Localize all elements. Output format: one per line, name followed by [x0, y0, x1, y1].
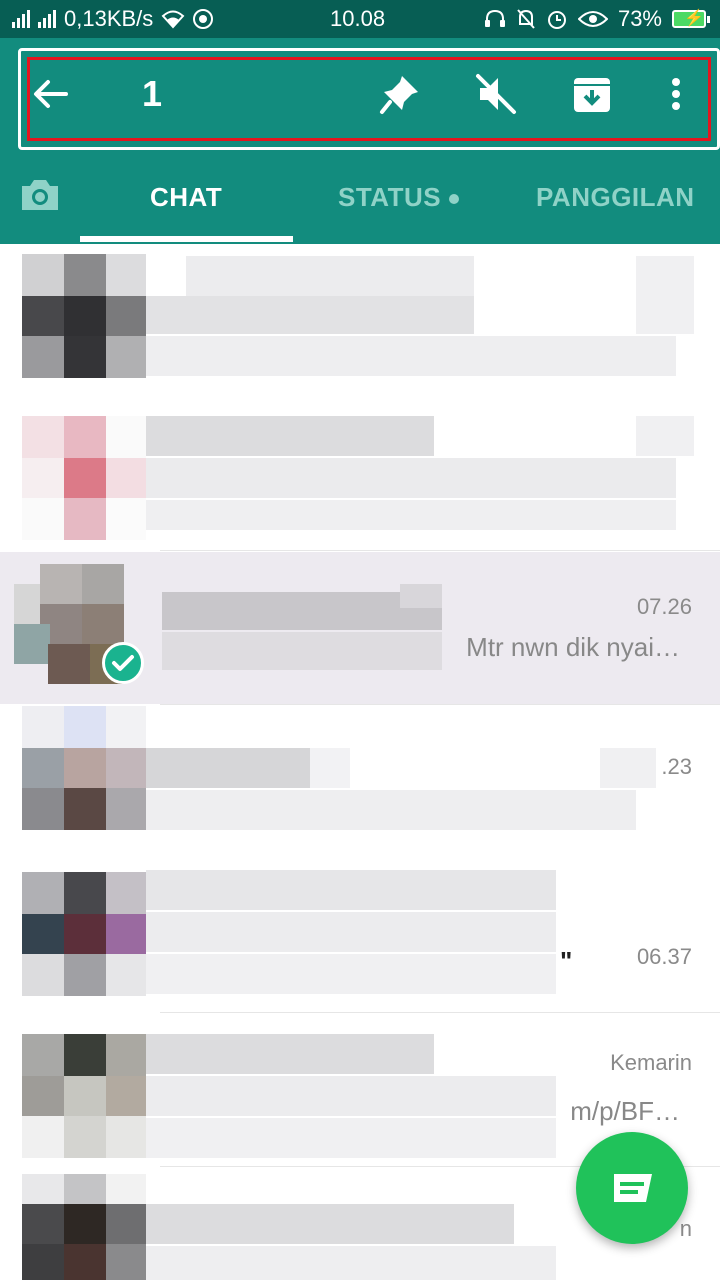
tab-bar: CHAT STATUS PANGGILAN [0, 162, 720, 244]
divider [160, 550, 720, 551]
chrome-icon [193, 9, 214, 29]
new-chat-icon [614, 1174, 652, 1202]
avatar [22, 706, 146, 836]
selected-count: 1 [142, 73, 163, 114]
new-chat-button[interactable] [576, 1132, 688, 1244]
pin-icon[interactable] [378, 72, 422, 116]
tab-chat[interactable]: CHAT [150, 182, 222, 213]
avatar [22, 1174, 146, 1280]
clock: 10.08 [330, 6, 386, 31]
divider [160, 704, 720, 705]
tab-status-label: STATUS [338, 182, 442, 212]
archive-icon[interactable] [570, 72, 614, 116]
signal-icon-2 [38, 10, 56, 28]
status-dot-icon [449, 194, 460, 205]
net-speed: 0,13KB/s [64, 6, 154, 31]
headset-icon [484, 9, 505, 27]
alarm-icon [547, 11, 566, 29]
signal-icon [12, 10, 30, 28]
chat-time: Kemarin [610, 1050, 692, 1075]
chat-time: 07.26 [636, 594, 692, 619]
avatar [22, 1034, 146, 1158]
status-bar: 0,13KB/s 10.08 73% ⚡ [0, 0, 720, 38]
avatar [22, 416, 146, 540]
battery-icon: ⚡ [672, 10, 710, 28]
chat-preview: Mtr nwn dik nyai… [466, 632, 680, 662]
chat-preview: m/p/BF… [570, 1096, 680, 1126]
camera-icon[interactable] [18, 176, 62, 214]
list-item[interactable] [0, 394, 720, 550]
selected-check-icon [102, 642, 144, 684]
tab-calls[interactable]: PANGGILAN [536, 182, 695, 213]
avatar [22, 254, 146, 378]
back-arrow-icon[interactable] [30, 74, 70, 114]
divider [160, 1012, 720, 1013]
wifi-icon [161, 10, 185, 29]
chat-title-fragment: " [560, 946, 573, 976]
app-bar: 1 CHAT STATUS PANGGILAN [0, 38, 720, 244]
chat-time: 06.37 [636, 944, 692, 969]
list-item[interactable]: .23 [0, 706, 720, 858]
eye-icon [577, 11, 608, 27]
list-item-selected[interactable]: 07.26 Mtr nwn dik nyai… [0, 552, 720, 704]
battery-percent: 73% [617, 6, 662, 31]
list-item[interactable]: " 06.37 [0, 858, 720, 1012]
active-tab-indicator [80, 236, 293, 242]
chat-time: .23 [661, 754, 692, 779]
list-item[interactable] [0, 244, 720, 394]
selection-toolbar [18, 48, 720, 150]
avatar [22, 872, 146, 996]
notification-off-icon [517, 9, 535, 29]
tab-status[interactable]: STATUS [338, 182, 460, 213]
more-options-icon[interactable] [654, 72, 698, 116]
mute-icon[interactable] [474, 72, 518, 116]
chat-list: 07.26 Mtr nwn dik nyai… .23 " 06.37 Kema… [0, 244, 720, 1280]
